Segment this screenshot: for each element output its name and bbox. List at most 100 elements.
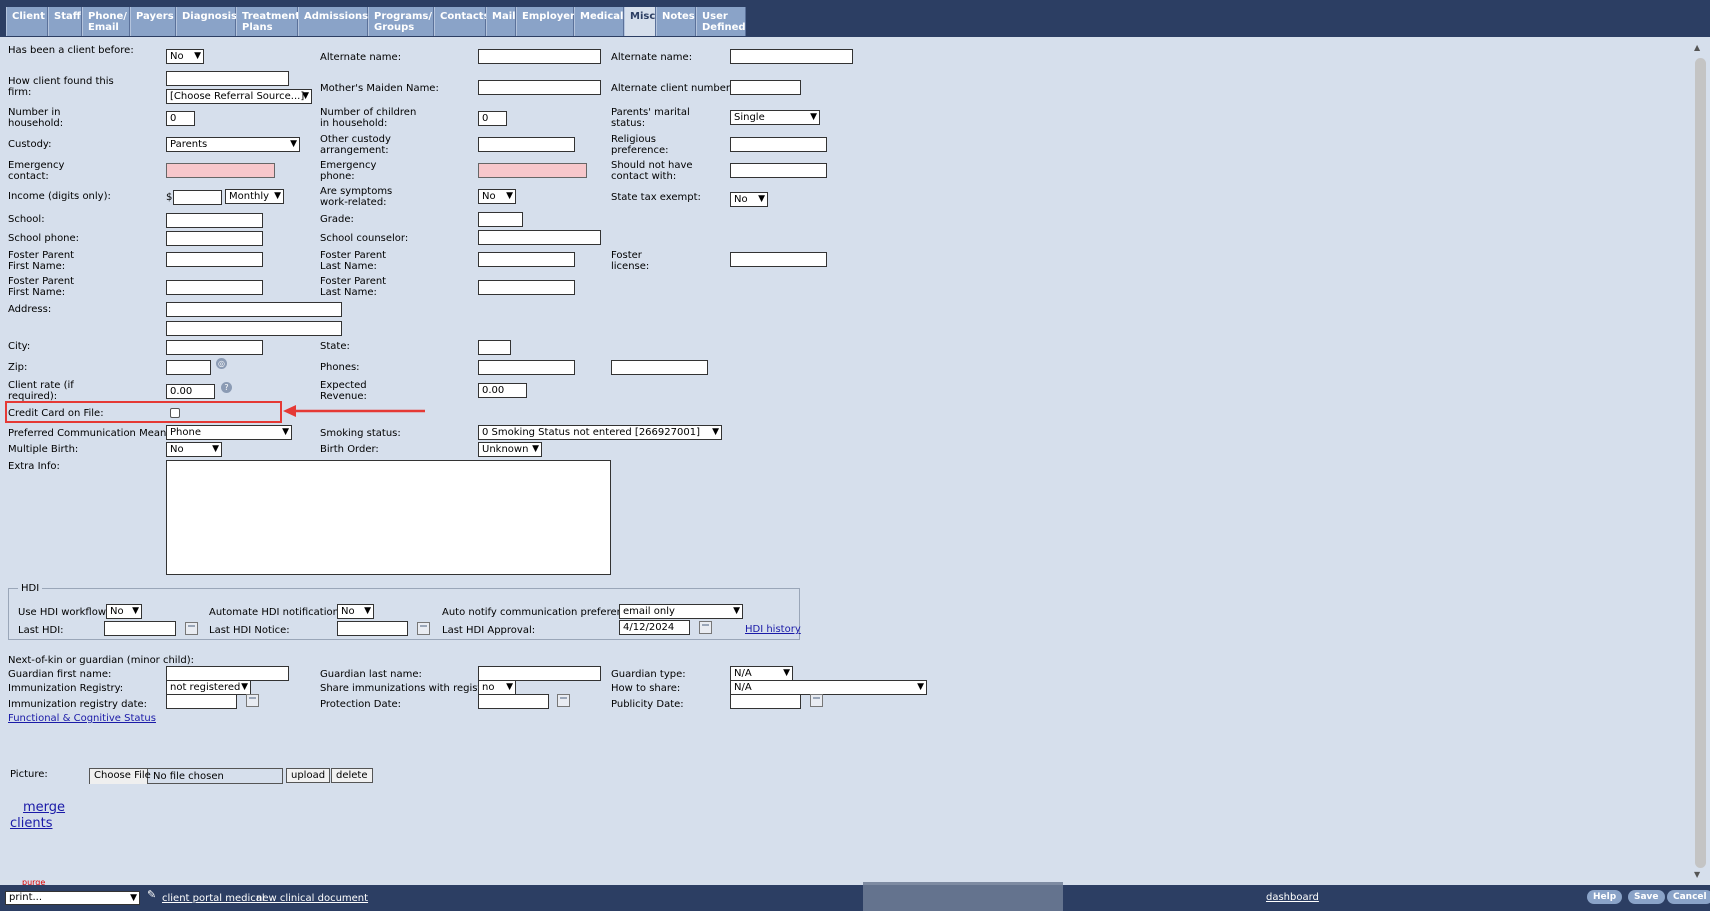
other-custody-input[interactable] [478,137,575,152]
functional-cognitive-link[interactable]: Functional & Cognitive Status [8,713,156,724]
immunization-registry-select[interactable]: not registered ▼ [166,680,251,695]
clients-link[interactable]: clients [10,816,52,831]
tab-medical[interactable]: Medical [574,7,624,36]
alt-name-input[interactable] [478,49,601,64]
address-line2-input[interactable] [166,321,342,336]
credit-card-checkbox[interactable] [170,408,180,418]
pen-icon[interactable]: ✎ [147,889,156,900]
birth-order-select[interactable]: Unknown ▼ [478,442,542,457]
foster-last-name-input-2[interactable] [478,280,575,295]
alt-client-num-input[interactable] [730,80,801,95]
expected-revenue-input[interactable]: 0.00 [478,383,527,398]
use-hdi-workflow-select[interactable]: No ▼ [106,604,142,619]
foster-license-input[interactable] [730,252,827,267]
tab-notes[interactable]: Notes [656,7,696,36]
income-frequency-select[interactable]: Monthly ▼ [225,189,284,204]
emergency-contact-input[interactable] [166,163,275,178]
client-portal-medical-link[interactable]: client portal medical [162,893,265,904]
tab-misc[interactable]: Misc [624,7,656,36]
symptoms-select[interactable]: No ▼ [478,189,516,204]
print-select[interactable]: print... ▼ [5,891,140,905]
pref-comm-select[interactable]: Phone ▼ [166,425,292,440]
school-input[interactable] [166,213,263,228]
tab-employer[interactable]: Employer [516,7,575,36]
school-counselor-input[interactable] [478,230,601,245]
city-input[interactable] [166,340,263,355]
tab-staff[interactable]: Staff [48,7,82,36]
foster-first-name-input[interactable] [166,252,263,267]
automate-hdi-select[interactable]: No ▼ [337,604,374,619]
been-client-select[interactable]: No ▼ [166,49,204,64]
state-input[interactable] [478,340,511,355]
last-hdi-approval-input[interactable]: 4/12/2024 [619,620,690,635]
address-line1-input[interactable] [166,302,342,317]
tab-diagnosis[interactable]: Diagnosis [176,7,237,36]
zip-input[interactable] [166,360,211,375]
help-icon[interactable]: ? [221,382,232,393]
dashboard-link[interactable]: dashboard [1266,892,1319,903]
help-button[interactable]: Help [1587,890,1623,904]
smoking-select[interactable]: 0 Smoking Status not entered [266927001]… [478,425,722,440]
scroll-up-icon[interactable]: ▲ [1694,42,1700,53]
religious-input[interactable] [730,137,827,152]
publicity-date-input[interactable] [730,694,801,709]
merge-link[interactable]: merge [23,800,65,815]
guardian-first-name-input[interactable] [166,666,289,681]
tab-programs-groups[interactable]: Programs/ Groups [368,7,434,36]
emergency-phone-input[interactable] [478,163,587,178]
save-button[interactable]: Save [1628,890,1665,904]
tab-mail[interactable]: Mail [486,7,516,36]
school-phone-input[interactable] [166,231,263,246]
last-hdi-notice-input[interactable] [337,621,408,636]
num-children-input[interactable]: 0 [478,111,507,126]
calendar-icon[interactable] [699,621,712,634]
extra-info-textarea[interactable] [166,460,611,575]
calendar-icon[interactable] [810,694,823,707]
choose-file-button[interactable]: Choose File [90,769,151,784]
delete-button[interactable]: delete [331,768,373,783]
tab-phone-email[interactable]: Phone/ Email [82,7,130,36]
client-rate-input[interactable]: 0.00 [166,384,215,399]
tax-exempt-select[interactable]: No ▼ [730,192,768,207]
foster-last-name-input[interactable] [478,252,575,267]
grade-input[interactable] [478,212,523,227]
hdi-history-link[interactable]: HDI history [745,624,801,635]
upload-button[interactable]: upload [286,768,331,783]
calendar-icon[interactable] [246,694,259,707]
guardian-last-name-input[interactable] [478,666,601,681]
phone-input-2[interactable] [611,360,708,375]
auto-notify-select[interactable]: email only ▼ [619,604,743,619]
tab-client[interactable]: Client [6,7,48,36]
referral-source-select[interactable]: [Choose Referral Source...] ▼ [166,89,312,104]
tab-contacts[interactable]: Contacts [434,7,490,36]
multiple-birth-select[interactable]: No ▼ [166,442,222,457]
guardian-type-select[interactable]: N/A ▼ [730,666,793,681]
how-to-share-select[interactable]: N/A ▼ [730,680,927,695]
custody-select[interactable]: Parents ▼ [166,137,300,152]
tab-payers[interactable]: Payers [130,7,176,36]
no-contact-input[interactable] [730,163,827,178]
alt-name-input-2[interactable] [730,49,853,64]
calendar-icon[interactable] [417,622,430,635]
phone-input-1[interactable] [478,360,575,375]
tab-user-defined[interactable]: User Defined [696,7,746,36]
marital-status-select[interactable]: Single ▼ [730,110,820,125]
scrollbar-thumb[interactable] [1695,58,1706,868]
tab-admissions[interactable]: Admissions [298,7,368,36]
calendar-icon[interactable] [557,694,570,707]
last-hdi-input[interactable] [104,621,176,636]
immunization-date-input[interactable] [166,694,237,709]
tab-treatment-plans[interactable]: Treatment Plans [236,7,300,36]
cancel-button[interactable]: Cancel [1667,890,1710,904]
num-household-input[interactable]: 0 [166,111,195,126]
how-found-input[interactable] [166,71,289,86]
income-input[interactable] [173,190,222,205]
calendar-icon[interactable] [185,622,198,635]
maiden-name-input[interactable] [478,80,601,95]
share-immunizations-select[interactable]: no ▼ [478,680,516,695]
scroll-down-icon[interactable]: ▼ [1694,869,1700,880]
zip-lookup-icon[interactable]: ◎ [216,358,227,369]
protection-date-input[interactable] [478,694,549,709]
foster-first-name-input-2[interactable] [166,280,263,295]
new-clinical-document-link[interactable]: new clinical document [256,893,368,904]
